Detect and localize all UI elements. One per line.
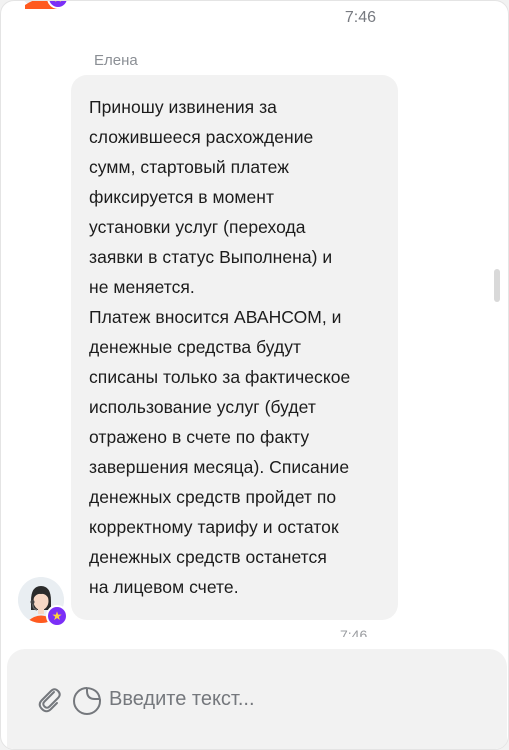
message-bubble: Приношу извинения за сложившееся расхожд…	[71, 75, 398, 620]
star-badge-icon: ★	[46, 605, 68, 627]
message-input[interactable]	[109, 683, 469, 715]
agent-avatar: ★	[18, 577, 68, 627]
scrollbar-thumb[interactable]	[494, 269, 500, 302]
sticker-icon[interactable]	[71, 685, 103, 717]
agent-avatar: ★	[19, 1, 69, 9]
message-composer	[7, 649, 507, 749]
message-text: Приношу извинения за сложившееся расхожд…	[89, 97, 351, 597]
sender-name: Елена	[94, 52, 138, 69]
previous-message-time: 7:46	[344, 9, 376, 26]
chat-window: ★ 7:46 Елена Приношу извинения за сложив…	[0, 0, 509, 750]
message-time: 7:46	[340, 627, 368, 637]
paperclip-icon[interactable]	[35, 685, 65, 715]
message-list[interactable]: ★ 7:46 Елена Приношу извинения за сложив…	[1, 1, 508, 637]
